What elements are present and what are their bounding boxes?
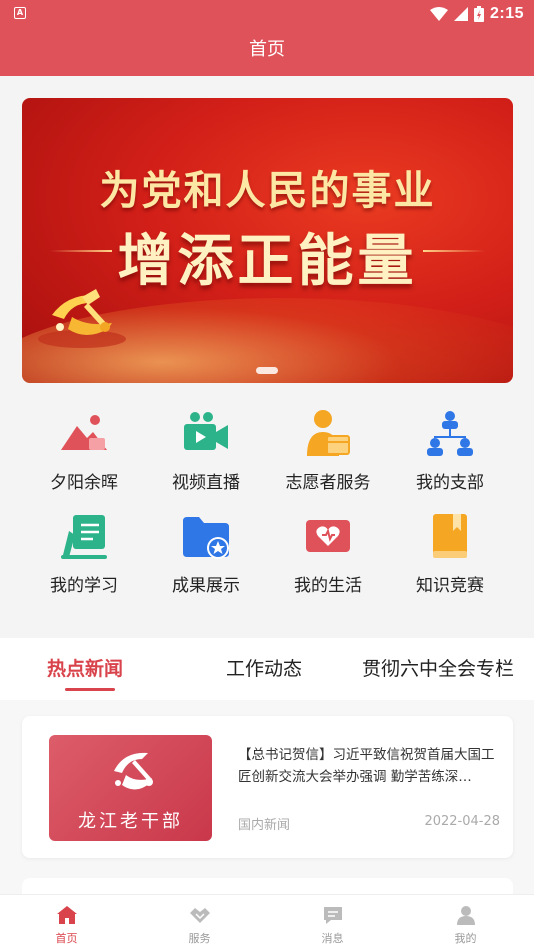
home-icon — [57, 906, 77, 924]
news-category: 国内新闻 — [238, 818, 291, 833]
news-thumbnail: 龙江老干部 — [49, 735, 212, 841]
news-panel: 热点新闻 工作动态 贯彻六中全会专栏 龙江老干部 【总书记贺信】习近平致信祝贺首… — [0, 638, 534, 918]
menu-item-label: 我的生活 — [294, 576, 362, 596]
tab-sixth-plenum[interactable]: 贯彻六中全会专栏 — [362, 654, 514, 681]
nav-label: 首页 — [55, 932, 78, 945]
news-date: 2022-04-28 — [424, 814, 500, 829]
menu-item-life[interactable]: 我的生活 — [266, 503, 390, 603]
news-card[interactable]: 龙江老干部 【总书记贺信】习近平致信祝贺首届大国工匠创新交流大会举办强调 勤学苦… — [22, 716, 513, 858]
video-camera-icon — [184, 412, 228, 450]
page-title: 首页 — [0, 28, 534, 76]
menu-item-sunset[interactable]: 夕阳余晖 — [22, 400, 146, 500]
folder-star-icon — [183, 517, 229, 559]
menu-item-label: 志愿者服务 — [285, 473, 371, 493]
sunset-mountain-icon — [61, 415, 107, 450]
menu-item-branch[interactable]: 我的支部 — [388, 400, 512, 500]
signal-icon — [453, 7, 468, 21]
user-icon — [457, 906, 475, 925]
nav-label: 我的 — [454, 932, 477, 945]
book-icon — [433, 514, 467, 558]
nav-profile[interactable]: 我的 — [399, 895, 532, 950]
nav-label: 服务 — [188, 932, 211, 945]
handshake-icon — [190, 908, 210, 923]
message-icon — [324, 907, 342, 924]
notification-app-icon: A — [14, 7, 26, 19]
carousel-indicator[interactable] — [256, 367, 278, 374]
volunteer-icon — [307, 410, 350, 456]
menu-item-study[interactable]: 我的学习 — [22, 503, 146, 603]
menu-item-label: 成果展示 — [172, 576, 240, 596]
tab-active-indicator — [65, 688, 115, 691]
thumbnail-caption: 龙江老干部 — [78, 811, 183, 832]
menu-item-video-live[interactable]: 视频直播 — [144, 400, 268, 500]
tab-work-updates[interactable]: 工作动态 — [226, 654, 302, 681]
banner-headline: 为党和人民的事业 — [99, 168, 436, 214]
bottom-nav: 首页 服务 消息 我的 — [0, 894, 534, 950]
menu-item-achievements[interactable]: 成果展示 — [144, 503, 268, 603]
news-tabs: 热点新闻 工作动态 贯彻六中全会专栏 — [0, 638, 534, 700]
party-emblem-icon — [114, 752, 153, 790]
menu-item-label: 我的支部 — [416, 473, 484, 493]
menu-item-label: 我的学习 — [50, 576, 118, 596]
tab-hot-news[interactable]: 热点新闻 — [47, 654, 123, 681]
menu-item-volunteer[interactable]: 志愿者服务 — [266, 400, 390, 500]
menu-item-quiz[interactable]: 知识竞赛 — [388, 503, 512, 603]
battery-icon — [473, 6, 484, 22]
banner-carousel[interactable]: 为党和人民的事业 增添正能量 — [22, 98, 513, 383]
menu-item-label: 夕阳余晖 — [50, 473, 118, 493]
nav-service[interactable]: 服务 — [133, 895, 266, 950]
nav-home[interactable]: 首页 — [0, 895, 133, 950]
menu-item-label: 视频直播 — [172, 473, 240, 493]
menu-item-label: 知识竞赛 — [416, 576, 484, 596]
status-icons: 2:15 — [429, 4, 524, 24]
org-branch-icon — [427, 411, 473, 456]
clock: 2:15 — [489, 5, 524, 22]
party-emblem-icon — [38, 289, 126, 348]
status-bar: A 2:15 — [0, 0, 534, 28]
heart-card-icon — [306, 520, 350, 552]
news-title[interactable]: 【总书记贺信】习近平致信祝贺首届大国工匠创新交流大会举办强调 勤学苦练深… — [238, 744, 500, 788]
wifi-icon — [429, 7, 448, 21]
nav-messages[interactable]: 消息 — [266, 895, 399, 950]
study-icon — [61, 515, 107, 559]
nav-label: 消息 — [321, 932, 344, 945]
